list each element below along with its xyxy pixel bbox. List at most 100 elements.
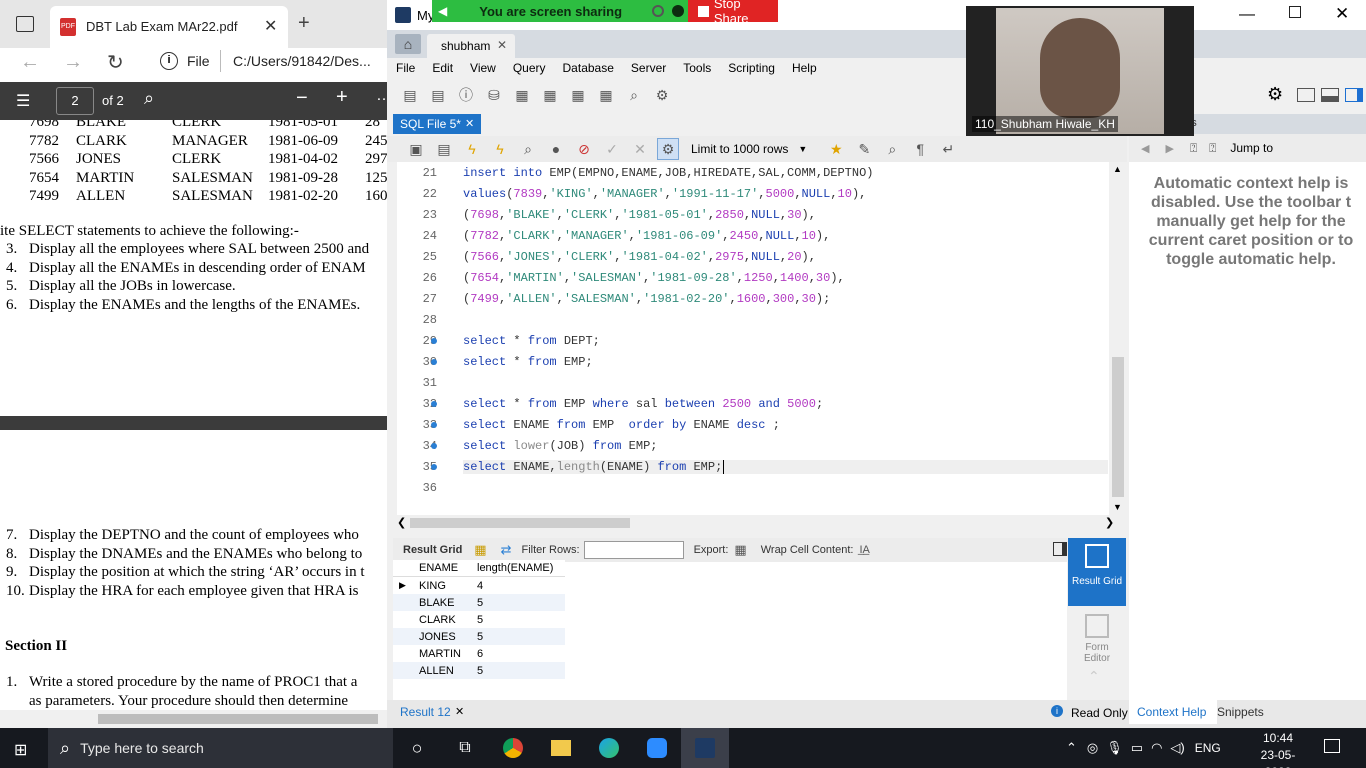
collapse-arrows-icon[interactable]: ⌃	[1088, 668, 1100, 685]
tab-close-icon[interactable]: ✕	[264, 16, 277, 36]
windows-start-icon[interactable]: ⊞	[14, 740, 27, 760]
tray-expand-icon[interactable]: ⌃	[1066, 740, 1077, 756]
save-icon[interactable]: ▤	[433, 138, 455, 160]
code-line[interactable]: (7654,'MARTIN','SALESMAN','1981-09-28',1…	[463, 271, 845, 285]
chrome-icon[interactable]	[489, 728, 537, 768]
connection-tab[interactable]: shubham ✕	[427, 34, 515, 58]
result-cell[interactable]: 5	[477, 614, 565, 626]
contents-icon[interactable]: ☰	[16, 91, 30, 111]
settings-gear-icon[interactable]: ⚙	[1267, 84, 1283, 105]
more-icon[interactable]: …	[376, 87, 387, 105]
menu-help[interactable]: Help	[792, 61, 817, 75]
language-indicator[interactable]: ENG	[1195, 741, 1221, 755]
toggle-result-panel-icon[interactable]	[1053, 542, 1067, 556]
connection-tab-close-icon[interactable]: ✕	[497, 38, 507, 52]
result-row[interactable]: ALLEN 5	[393, 662, 565, 679]
sql-editor[interactable]: 21 insert into EMP(EMPNO,ENAME,JOB,HIREDA…	[397, 162, 1127, 515]
scroll-right-icon[interactable]: ❯	[1105, 516, 1114, 529]
scroll-down-icon[interactable]: ▼	[1113, 502, 1122, 512]
toggle-output-icon[interactable]	[1321, 88, 1339, 102]
inspector-icon[interactable]: ⓘ	[455, 84, 477, 106]
code-line[interactable]: select ENAME,length(ENAME) from EMP;	[463, 460, 1108, 474]
toggle-error-icon[interactable]: ⊘	[573, 138, 595, 160]
result-cell[interactable]: 4	[477, 580, 565, 592]
code-line[interactable]: select * from EMP;	[463, 355, 593, 369]
column-header[interactable]: length(ENAME)	[477, 562, 565, 574]
info-icon[interactable]: i	[160, 52, 178, 70]
snippets-tab[interactable]: Snippets	[1217, 705, 1264, 719]
search-icon[interactable]: ⌕	[144, 88, 154, 109]
help-forward-icon[interactable]: ▶	[1165, 142, 1173, 155]
menu-scripting[interactable]: Scripting	[728, 61, 775, 75]
toggle-secondary-sidebar-icon[interactable]	[1345, 88, 1363, 102]
menu-edit[interactable]: Edit	[432, 61, 453, 75]
help-auto-icon[interactable]: ⍰	[1209, 141, 1216, 156]
result-cell[interactable]: MARTIN	[419, 648, 477, 660]
menu-query[interactable]: Query	[513, 61, 546, 75]
editor-vertical-scrollbar[interactable]: ▲ ▼	[1109, 162, 1127, 515]
limit-dropdown-icon[interactable]: ▼	[798, 144, 807, 154]
wifi-icon[interactable]: ◠	[1151, 740, 1162, 756]
result-cell[interactable]: 5	[477, 631, 565, 643]
code-line[interactable]: values(7839,'KING','MANAGER','1991-11-17…	[463, 187, 866, 201]
result-row[interactable]: BLAKE 5	[393, 594, 565, 611]
clock[interactable]: 10:44 23-05-2022	[1248, 730, 1308, 768]
reload-icon[interactable]: ↻	[107, 50, 124, 75]
help-back-icon[interactable]: ◀	[1141, 142, 1149, 155]
battery-icon[interactable]: ▭	[1131, 740, 1143, 756]
pdf-horizontal-scrollbar[interactable]	[0, 710, 387, 728]
result-cell[interactable]: KING	[419, 580, 477, 592]
page-number-input[interactable]: 2	[56, 87, 94, 115]
forward-icon[interactable]: →	[63, 51, 83, 74]
help-manual-icon[interactable]: ⍰	[1190, 141, 1197, 156]
execute-icon[interactable]: ϟ	[461, 138, 483, 160]
camera-preview[interactable]: 110_Shubham Hiwale_KH	[966, 6, 1194, 136]
form-editor-side-button[interactable]: Form Editor ⌃	[1068, 606, 1126, 700]
code-line[interactable]: (7782,'CLARK','MANAGER','1981-06-09',245…	[463, 229, 830, 243]
home-icon[interactable]: ⌂	[395, 34, 421, 54]
code-line[interactable]: (7499,'ALLEN','SALESMAN','1981-02-20',16…	[463, 292, 830, 306]
result-cell[interactable]: JONES	[419, 631, 477, 643]
zoom-out-icon[interactable]: −	[296, 87, 308, 110]
result-tab[interactable]: Result 12	[400, 705, 451, 719]
stop-share-button[interactable]: Stop Share	[688, 0, 778, 26]
menu-database[interactable]: Database	[563, 61, 614, 75]
zoom-icon[interactable]	[633, 728, 681, 768]
new-tab-icon[interactable]: +	[298, 12, 310, 35]
execute-current-icon[interactable]: ϟ	[489, 138, 511, 160]
create-schema-icon[interactable]: ⛁	[483, 84, 505, 106]
code-line[interactable]: (7566,'JONES','CLERK','1981-04-02',2975,…	[463, 250, 816, 264]
close-window-icon[interactable]: ✕	[1335, 4, 1349, 24]
taskbar-search-box[interactable]: ⌕ Type here to search	[48, 728, 393, 768]
result-tab-close-icon[interactable]: ✕	[455, 705, 464, 718]
rollback-icon[interactable]: ✕	[629, 138, 651, 160]
meet-now-icon[interactable]: ◎	[1087, 740, 1098, 756]
jump-to-dropdown[interactable]: Jump to	[1230, 141, 1273, 155]
volume-icon[interactable]: ◁)	[1170, 740, 1184, 756]
result-cell[interactable]: CLARK	[419, 614, 477, 626]
create-procedure-icon[interactable]: ▦	[567, 84, 589, 106]
code-line[interactable]: select ENAME from EMP order by ENAME des…	[463, 418, 780, 432]
search-table-data-icon[interactable]: ⌕	[623, 84, 645, 106]
zoom-in-icon[interactable]: +	[336, 86, 348, 109]
editor-horizontal-scrollbar[interactable]: ❮ ❯	[397, 515, 1117, 531]
export-icon[interactable]: ▦	[734, 542, 746, 558]
mysql-workbench-taskbar-icon[interactable]	[681, 728, 729, 768]
maximize-icon[interactable]	[1289, 6, 1301, 18]
open-file-icon[interactable]: ▣	[405, 138, 427, 160]
result-cell[interactable]: BLAKE	[419, 597, 477, 609]
browser-tab-pdf[interactable]: PDF DBT Lab Exam MAr22.pdf ✕	[50, 6, 288, 48]
create-view-icon[interactable]: ▦	[539, 84, 561, 106]
result-cell[interactable]: ALLEN	[419, 665, 477, 677]
code-line[interactable]: select * from EMP where sal between 2500…	[463, 397, 823, 411]
cortana-icon[interactable]: ○	[393, 728, 441, 768]
tab-actions-icon[interactable]	[16, 16, 34, 32]
task-view-icon[interactable]: ⧉	[441, 728, 489, 768]
open-sql-script-icon[interactable]: ▤	[427, 84, 449, 106]
invisible-chars-icon[interactable]: ¶	[909, 138, 931, 160]
reconnect-icon[interactable]: ⚙	[651, 84, 673, 106]
file-explorer-icon[interactable]	[537, 728, 585, 768]
wrap-lines-icon[interactable]: ↵	[937, 138, 959, 160]
result-cell[interactable]: 5	[477, 597, 565, 609]
scrollbar-thumb[interactable]	[1112, 357, 1124, 497]
